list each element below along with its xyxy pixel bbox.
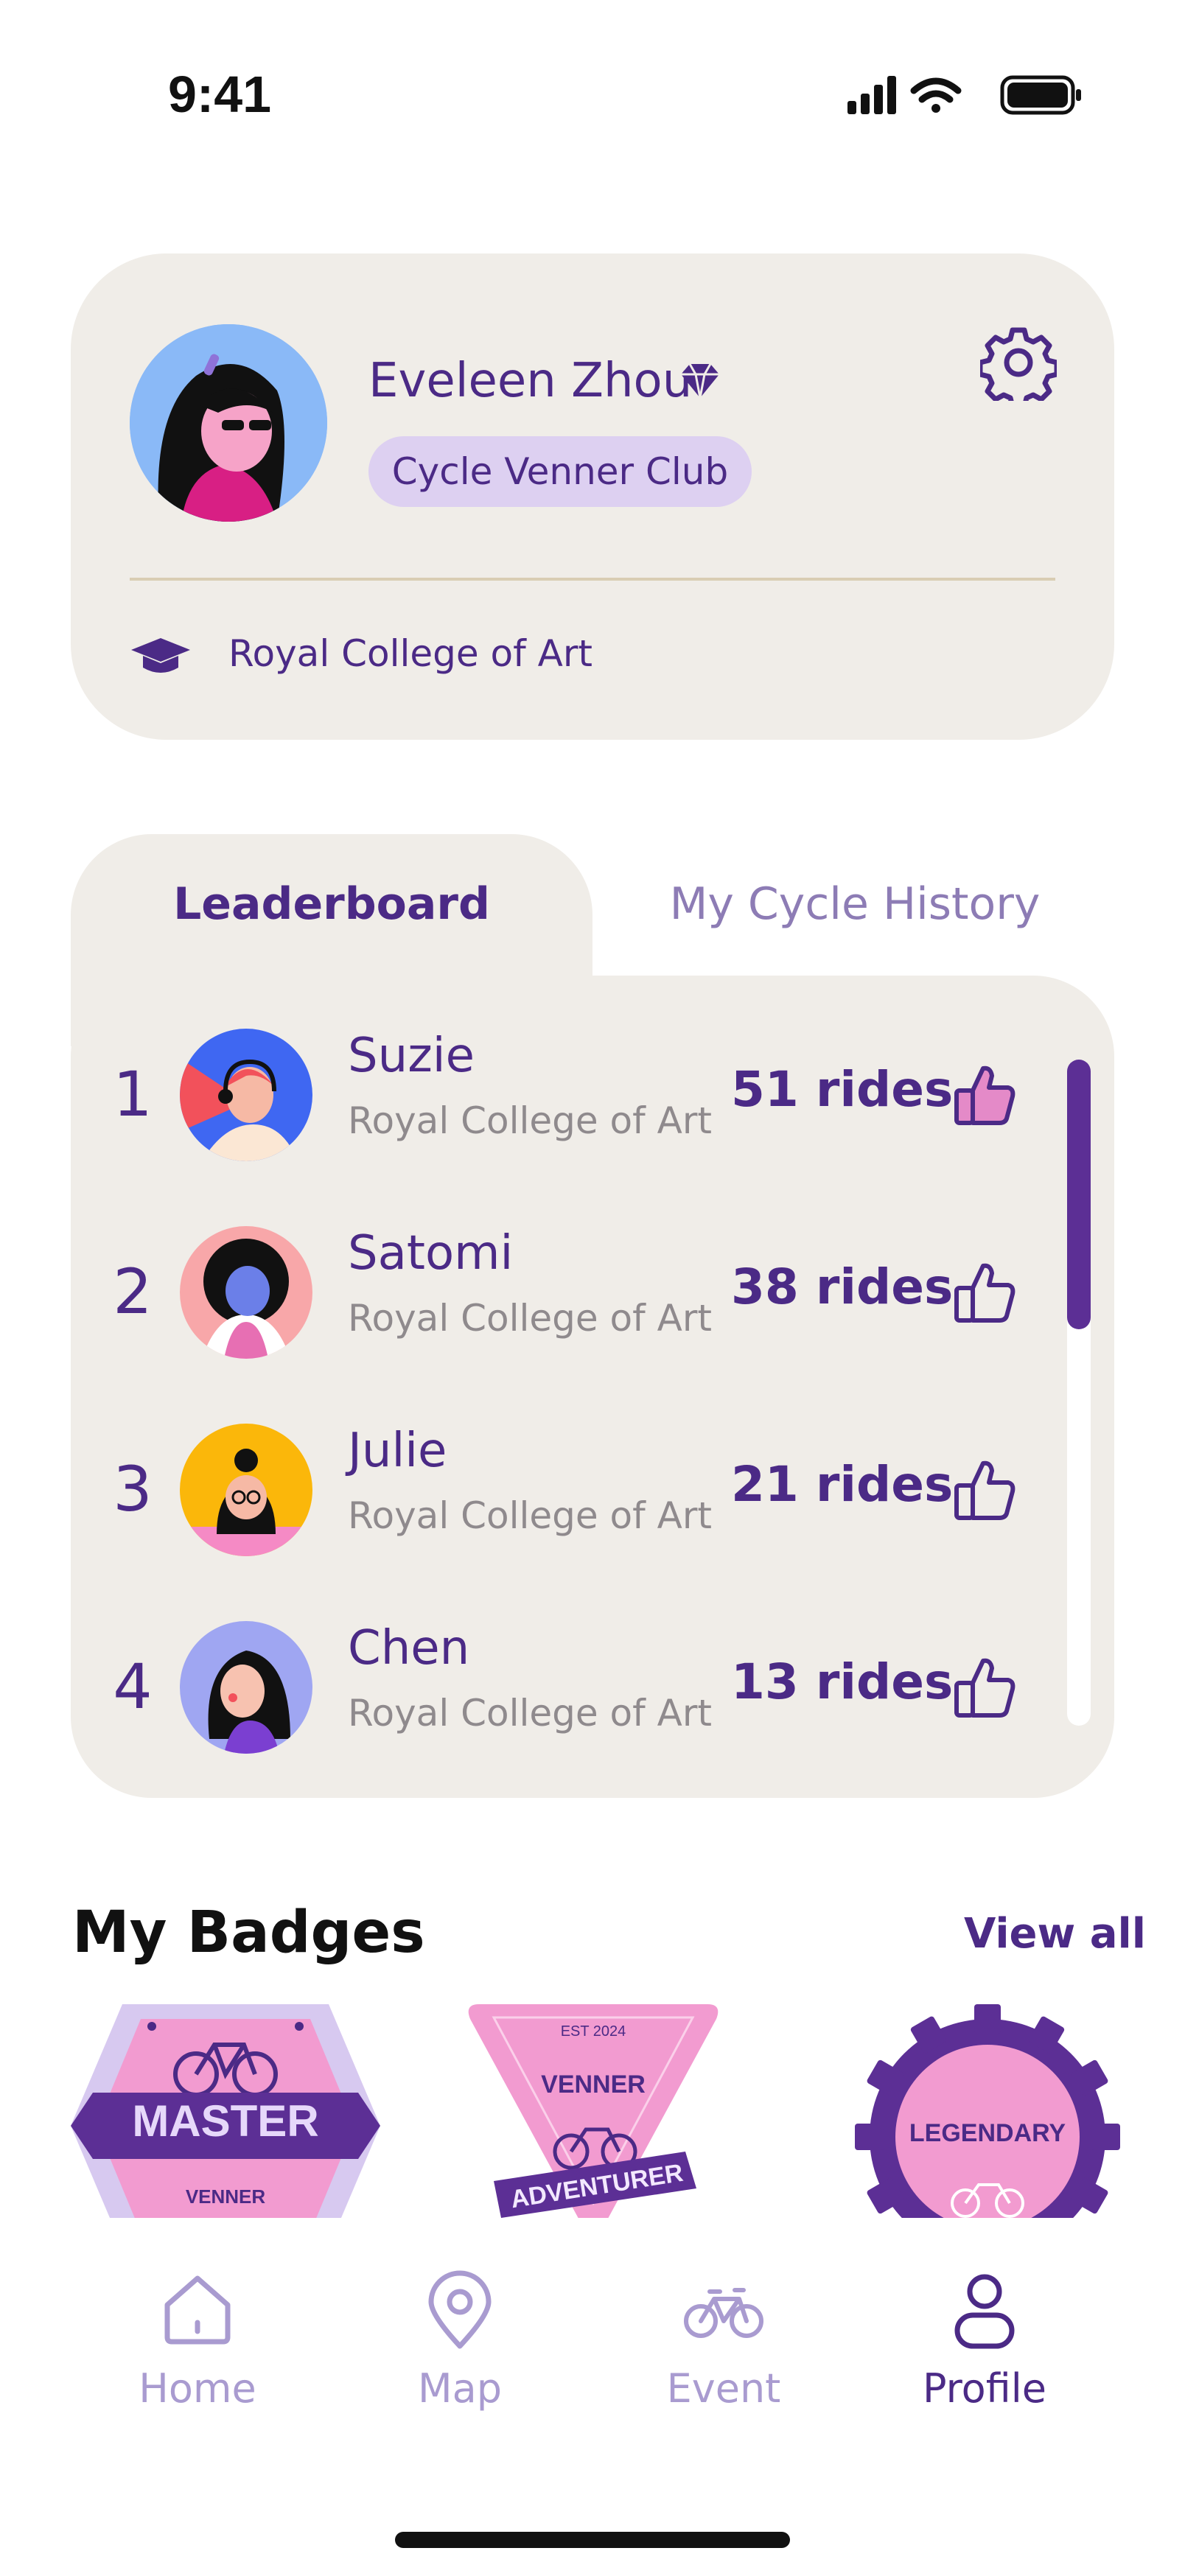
badge-legendary-title: LEGENDARY [909,2119,1066,2147]
wifi-icon [910,77,962,113]
nav-profile-label: Profile [923,2365,1046,2412]
ride-count: 51 rides [731,1061,954,1118]
nav-home[interactable]: Home [102,2269,293,2412]
ride-count: 38 rides [731,1259,954,1315]
home-icon [164,2275,231,2345]
leaderboard-row[interactable]: 2 Satomi Royal College of Art 38 rides [71,1200,1073,1376]
rider-name: Julie [348,1424,447,1478]
rider-school: Royal College of Art [348,1297,712,1340]
thumbs-up-icon[interactable] [952,1456,1018,1522]
badge-master-subtitle: VENNER [185,2185,266,2208]
badges-strip: MASTER VENNER EST 2024 VENNER ADVENTURER [0,2004,1185,2218]
avatar [180,1029,312,1161]
map-pin-icon [428,2270,492,2349]
rank-number: 2 [113,1256,153,1328]
badge-master[interactable]: MASTER VENNER [71,2004,380,2218]
profile-name: Eveleen Zhou [368,354,693,408]
nav-map[interactable]: Map [364,2269,556,2412]
ride-count: 21 rides [731,1456,954,1513]
badge-master-title: MASTER [132,2096,319,2146]
leaderboard-row[interactable]: 1 Suzie Royal College of Art 51 rides [71,1002,1073,1179]
view-all-link[interactable]: View all [964,1910,1146,1958]
badge-adventurer[interactable]: EST 2024 VENNER ADVENTURER [464,2004,722,2218]
thumbs-up-icon[interactable] [952,1061,1018,1127]
leaderboard-row[interactable]: 4 Chen Royal College of Art 13 rides [71,1595,1073,1771]
nav-event-label: Event [666,2365,781,2412]
avatar [180,1424,312,1556]
thumbs-up-icon[interactable] [952,1259,1018,1325]
gear-icon[interactable] [980,324,1057,401]
nav-event[interactable]: Event [628,2269,819,2412]
tab-leaderboard[interactable]: Leaderboard [71,878,592,930]
nav-map-label: Map [418,2365,502,2412]
status-time: 9:41 [168,66,272,123]
profile-icon [954,2274,1015,2349]
badge-legendary-shape [855,2004,1120,2218]
nav-home-label: Home [139,2365,256,2412]
tab-cycle-history[interactable]: My Cycle History [604,878,1105,930]
avatar [180,1226,312,1359]
home-indicator [395,2532,790,2548]
diamond-icon [681,363,719,399]
thumbs-up-icon[interactable] [952,1653,1018,1720]
rider-name: Satomi [348,1226,514,1281]
graduation-cap-icon [131,638,190,673]
club-badge[interactable]: Cycle Venner Club [368,436,752,507]
profile-divider [130,578,1055,581]
rider-school: Royal College of Art [348,1099,712,1142]
rank-number: 3 [113,1453,153,1525]
badge-legendary[interactable]: LEGENDARY [855,2004,1120,2218]
leaderboard-row[interactable]: 3 Julie Royal College of Art 21 rides [71,1397,1073,1574]
badge-adventurer-title: VENNER [541,2071,646,2099]
avatar [180,1621,312,1754]
bike-icon [684,2288,763,2338]
badges-heading: My Badges [72,1900,425,1966]
rider-school: Royal College of Art [348,1494,712,1537]
avatar[interactable] [130,324,327,522]
rider-school: Royal College of Art [348,1692,712,1735]
badge-adventurer-est: EST 2024 [560,2023,626,2040]
profile-school: Royal College of Art [228,632,592,675]
scrollbar-thumb[interactable] [1067,1060,1091,1329]
battery-icon [1000,75,1081,115]
rank-number: 1 [113,1058,153,1130]
status-icons [847,75,1081,115]
signal-icon [847,76,896,114]
rider-name: Suzie [348,1029,475,1083]
rider-name: Chen [348,1621,470,1676]
rank-number: 4 [113,1651,153,1723]
nav-profile[interactable]: Profile [889,2269,1080,2412]
ride-count: 13 rides [731,1653,954,1710]
